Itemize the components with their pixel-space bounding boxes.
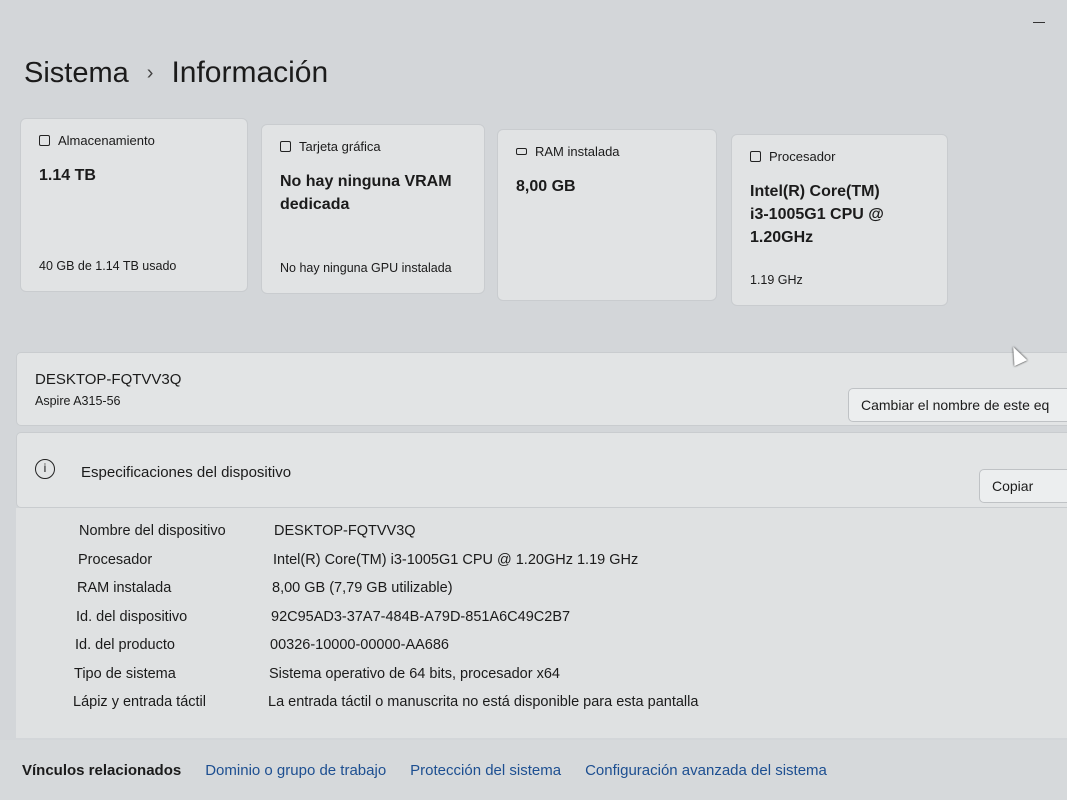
spec-value: La entrada táctil o manuscrita no está d… (268, 694, 699, 710)
link-system-protection[interactable]: Protección del sistema (410, 762, 561, 779)
spec-row: Tipo de sistema Sistema operativo de 64 b… (74, 666, 560, 682)
card-value: No hay ninguna VRAM dedicada (280, 173, 452, 213)
spec-key: Id. del producto (75, 637, 175, 653)
spec-row: Nombre del dispositivo DESKTOP-FQTVV3Q (79, 523, 416, 539)
copy-button[interactable]: Copiar (979, 469, 1067, 503)
breadcrumb-parent[interactable]: Sistema (24, 57, 129, 90)
spec-value: 00326-10000-00000-AA686 (270, 637, 449, 653)
processor-card[interactable]: Procesador Intel(R) Core(TM) i3-1005G1 C… (731, 134, 948, 306)
spec-key: Nombre del dispositivo (79, 523, 226, 539)
device-model: Aspire A315-56 (35, 394, 121, 408)
card-value: 1.14 TB (39, 167, 96, 184)
processor-icon (750, 151, 761, 162)
storage-icon (39, 135, 50, 146)
card-sub: 40 GB de 1.14 TB usado (39, 259, 177, 273)
minimize-button[interactable] (1033, 22, 1045, 23)
storage-card[interactable]: Almacenamiento 1.14 TB 40 GB de 1.14 TB … (20, 118, 248, 292)
spec-key: Tipo de sistema (74, 665, 176, 682)
specs-title: Especificaciones del dispositivo (81, 464, 292, 481)
ram-icon (516, 148, 527, 155)
spec-row: Id. del producto 00326-10000-00000-AA686 (75, 637, 449, 653)
card-label: Tarjeta gráfica (299, 139, 381, 154)
spec-key: Lápiz y entrada táctil (73, 694, 206, 710)
spec-row: Procesador Intel(R) Core(TM) i3-1005G1 CP… (78, 552, 638, 568)
page-title: Información (171, 56, 329, 89)
spec-value: 92C95AD3-37A7-484B-A79D-851A6C49C2B7 (271, 608, 571, 625)
spec-row: Id. del dispositivo 92C95AD3-37A7-484B-A7… (76, 609, 570, 625)
specs-header[interactable]: i Especificaciones del dispositivo Copia… (16, 432, 1067, 508)
card-label: Almacenamiento (58, 133, 155, 148)
related-label: Vínculos relacionados (22, 761, 182, 779)
spec-value: Sistema operativo de 64 bits, procesador… (269, 665, 560, 682)
ram-card[interactable]: RAM instalada 8,00 GB (497, 129, 717, 301)
spec-value: 8,00 GB (7,79 GB utilizable) (272, 580, 453, 596)
spec-key: Procesador (78, 551, 153, 568)
card-value: Intel(R) Core(TM) i3-1005G1 CPU @ 1.20GH… (750, 183, 884, 246)
spec-key: Id. del dispositivo (76, 608, 188, 625)
spec-value: Intel(R) Core(TM) i3-1005G1 CPU @ 1.20GH… (273, 551, 639, 568)
device-name: DESKTOP-FQTVV3Q (35, 371, 182, 388)
related-links: Vínculos relacionados Dominio o grupo de… (0, 740, 1067, 800)
graphics-card[interactable]: Tarjeta gráfica No hay ninguna VRAM dedi… (261, 124, 485, 294)
spec-value: DESKTOP-FQTVV3Q (274, 523, 416, 539)
spec-row: RAM instalada 8,00 GB (7,79 GB utilizable… (77, 580, 453, 596)
graphics-card-icon (280, 141, 291, 152)
device-name-panel: DESKTOP-FQTVV3Q Aspire A315-56 Cambiar e… (16, 352, 1067, 426)
chevron-right-icon: › (146, 61, 154, 84)
info-icon: i (35, 459, 55, 479)
card-sub: No hay ninguna GPU instalada (280, 261, 452, 275)
breadcrumb: Sistema › Información (24, 56, 328, 90)
card-label: RAM instalada (535, 144, 620, 159)
rename-pc-button[interactable]: Cambiar el nombre de este eq (848, 388, 1067, 422)
link-advanced-settings[interactable]: Configuración avanzada del sistema (585, 762, 827, 779)
card-value: 8,00 GB (516, 178, 576, 195)
spec-row: Lápiz y entrada táctil La entrada táctil … (73, 694, 698, 710)
spec-key: RAM instalada (77, 580, 172, 596)
card-sub: 1.19 GHz (750, 273, 803, 287)
card-label: Procesador (769, 149, 836, 164)
link-domain-workgroup[interactable]: Dominio o grupo de trabajo (205, 762, 386, 779)
